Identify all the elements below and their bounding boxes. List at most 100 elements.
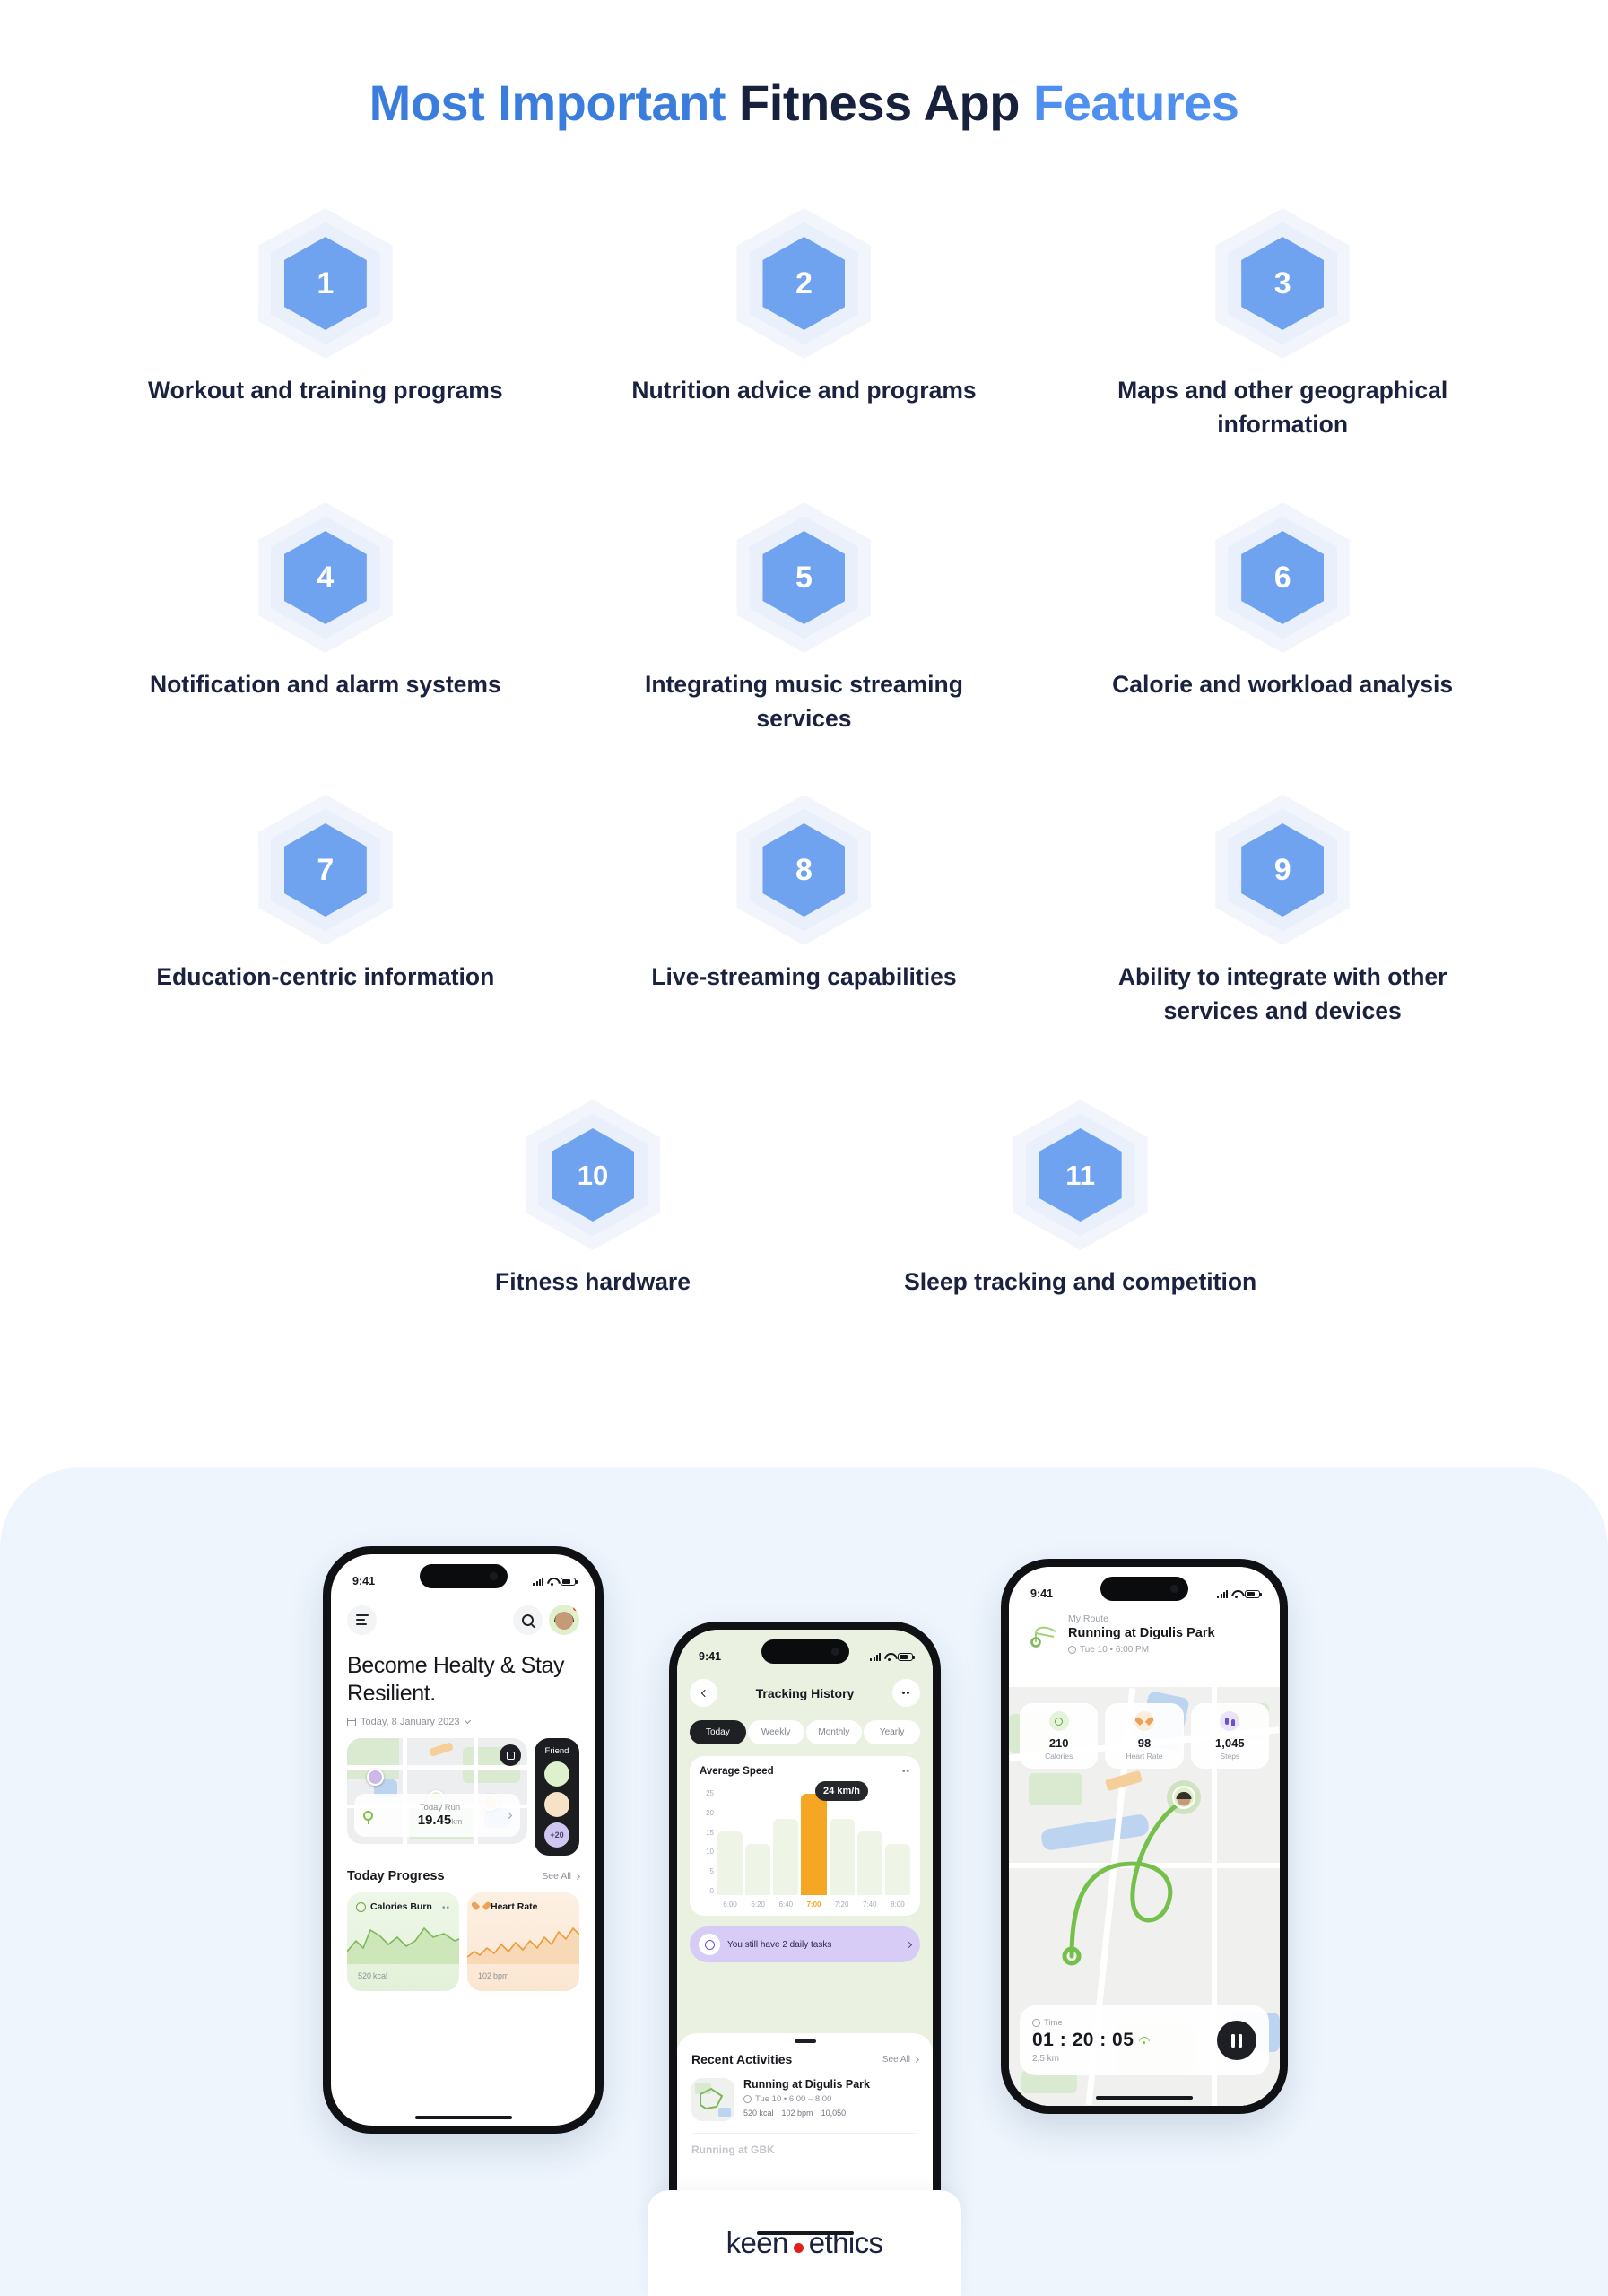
tab-weekly[interactable]: Weekly (747, 1720, 804, 1744)
map-pin-friend[interactable] (367, 1769, 384, 1786)
bar-7:20[interactable] (829, 1819, 855, 1895)
more-options-icon[interactable]: •• (902, 1767, 910, 1777)
today-run-card[interactable]: Today Run 19.45km (354, 1794, 520, 1837)
pause-icon (1238, 2033, 1242, 2048)
location-pin-icon (363, 1810, 373, 1824)
chevron-right-icon (505, 1812, 513, 1819)
map-highlight (429, 1742, 454, 1757)
current-location-marker[interactable] (1167, 1780, 1201, 1814)
more-options-icon[interactable]: •• (442, 1903, 450, 1913)
hex-badge-7: 7 (257, 795, 393, 945)
bar-6:40[interactable] (773, 1819, 799, 1895)
feature-item-2: 2 Nutrition advice and programs (565, 208, 1044, 502)
x-tick: 6:00 (723, 1900, 737, 1909)
phone-mockup-tracking: 9:41 Tracking History •• Today Weekly Mo… (669, 1622, 941, 2249)
phone1-content: Become Healty & Stay Resilient. Today, 8… (331, 1554, 595, 2126)
calories-card-header: Calories Burn (356, 1901, 450, 1912)
tooltip-value: 24 km/h (823, 1785, 860, 1796)
mini-map[interactable]: Today Run 19.45km (347, 1738, 527, 1844)
bar-7:40[interactable] (856, 1831, 882, 1895)
pause-button[interactable] (1217, 2021, 1256, 2060)
edit-icon (506, 1751, 515, 1760)
more-options-button[interactable]: •• (891, 1679, 920, 1707)
hex-number: 9 (1273, 853, 1291, 887)
avatar[interactable] (549, 1605, 579, 1635)
status-indicators (870, 1652, 915, 1661)
tab-monthly[interactable]: Monthly (805, 1720, 863, 1744)
feature-row4-spacer-right (1043, 1100, 1522, 1333)
edit-route-button[interactable] (500, 1744, 521, 1766)
stat-value: 210 (1048, 1736, 1069, 1750)
friends-label: Friend (544, 1746, 569, 1756)
tab-today[interactable]: Today (690, 1720, 746, 1744)
camera-icon (489, 1572, 498, 1580)
heart-rate-card[interactable]: Heart Rate 102 bpm (467, 1892, 579, 1991)
logo-dot-icon (793, 2243, 804, 2253)
bar-7:00[interactable] (801, 1793, 827, 1895)
battery-icon (898, 1652, 915, 1661)
hex-badge-5: 5 (736, 502, 872, 653)
timer-label-row: Time (1032, 2018, 1148, 2028)
calories-sparkline (347, 1926, 459, 1964)
hex-number: 5 (795, 561, 813, 595)
phone-mockup-home: 9:41 Become Healty & Stay Resilient. Tod… (323, 1546, 604, 2134)
calories-burn-card[interactable]: Calories Burn •• 520 kcal (347, 1892, 459, 1991)
recent-activities-title: Recent Activities (691, 2052, 793, 2066)
sheet-grabber[interactable] (794, 2039, 816, 2043)
friend-avatar[interactable] (544, 1761, 569, 1787)
home-indicator (1096, 2096, 1193, 2100)
calories-number: 520 (358, 1971, 372, 1980)
bar-6:20[interactable] (745, 1844, 771, 1895)
hex-badge-9: 9 (1215, 795, 1351, 945)
activity-item-next[interactable]: Running at GBK (691, 2133, 918, 2156)
tab-yearly[interactable]: Yearly (864, 1720, 920, 1744)
wifi-icon (1231, 1590, 1241, 1598)
avatar-face (555, 1612, 573, 1631)
phone1-heading: Become Healty & Stay Resilient. (347, 1653, 565, 1706)
stat-heart-rate[interactable]: 98 Heart Rate (1105, 1703, 1184, 1769)
see-all-button[interactable]: See All (882, 2054, 920, 2065)
stat-calories[interactable]: 210 Calories (1020, 1703, 1099, 1769)
back-button[interactable] (690, 1679, 717, 1707)
heart-value: 102 bpm (476, 1967, 509, 1983)
x-tick: 6:40 (778, 1900, 794, 1909)
route-title: Running at Digulis Park (1068, 1626, 1215, 1640)
timer-panel: Time 01 : 20 : 05 2,5 km (1020, 2005, 1269, 2075)
plot-area: 24 km/h (717, 1780, 910, 1895)
daily-tasks-banner[interactable]: You still have 2 daily tasks (690, 1926, 920, 1962)
menu-button[interactable] (347, 1605, 377, 1635)
bar-6:00[interactable] (717, 1831, 743, 1895)
see-all-label: See All (882, 2054, 910, 2065)
feature-item-4: 4 Notification and alarm systems (86, 502, 565, 795)
today-run-value: 19.45km (379, 1813, 500, 1828)
feature-label: Maps and other geographical information (1117, 377, 1448, 439)
status-indicators (533, 1577, 578, 1586)
phone1-screen: 9:41 Become Healty & Stay Resilient. Tod… (331, 1554, 595, 2126)
calories-value: 520 kcal (356, 1967, 387, 1983)
see-all-button[interactable]: See All (542, 1871, 581, 1882)
timer-label: Time (1044, 2017, 1063, 2028)
see-all-label: See All (542, 1871, 571, 1882)
friend-avatar[interactable] (544, 1792, 569, 1817)
heart-unit: bpm (493, 1971, 509, 1980)
activity-item[interactable]: Running at Digulis Park Tue 10 • 6:00 – … (691, 2078, 918, 2121)
wifi-icon (547, 1578, 557, 1586)
friends-more-count[interactable]: +20 (544, 1822, 569, 1848)
signal-icon (870, 1652, 881, 1661)
signal-icon (533, 1577, 543, 1586)
chart-title: Average Speed (700, 1766, 774, 1777)
search-button[interactable] (513, 1605, 543, 1635)
chevron-right-icon (905, 1941, 913, 1948)
stat-value: 1,045 (1215, 1736, 1245, 1750)
feature-label: Workout and training programs (148, 377, 503, 404)
signal-icon (1217, 1589, 1228, 1598)
bar-8:00[interactable] (884, 1844, 910, 1895)
more-icon: •• (901, 1687, 911, 1699)
x-tick: 7:40 (862, 1900, 877, 1909)
run-distance: 19.45 (417, 1813, 452, 1828)
feature-label: Live-streaming capabilities (651, 963, 957, 990)
date-selector[interactable]: Today, 8 January 2023 (346, 1717, 579, 1727)
stat-steps[interactable]: 1,045 Steps (1190, 1703, 1269, 1769)
feature-label: Ability to integrate with other services… (1117, 963, 1447, 1025)
feature-label: Nutrition advice and programs (631, 377, 977, 404)
